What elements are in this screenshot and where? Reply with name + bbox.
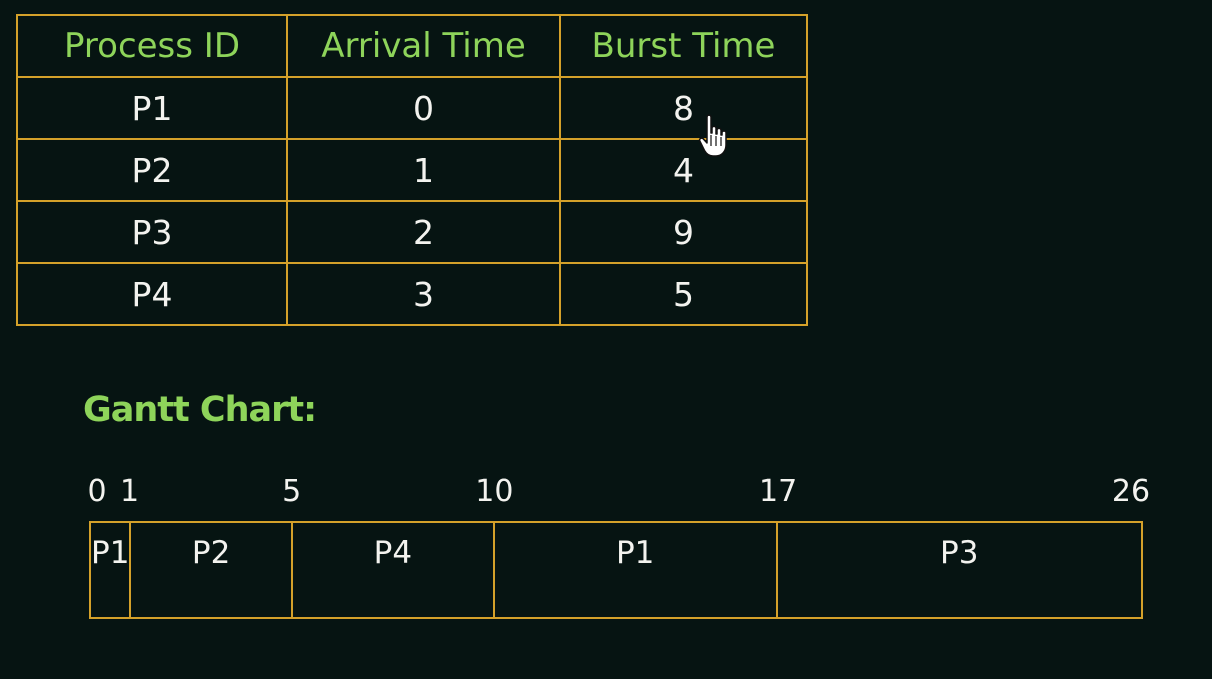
table-row: P4 3 5 [16,262,808,326]
gantt-segment-label: P1 [91,535,130,571]
cell-pid: P3 [16,200,288,264]
cell-burst: 4 [559,138,808,202]
gantt-segment-label: P1 [615,535,655,571]
gantt-segment-label: P2 [191,535,231,571]
cell-burst: 8 [559,76,808,140]
gantt-segment-label: P3 [940,535,979,571]
gantt-segment-label: P4 [373,535,413,571]
cell-arrival: 2 [286,200,561,264]
gantt-tick-label: 10 [475,474,514,509]
cell-burst: 9 [559,200,808,264]
gantt-segment: P1 [91,523,132,617]
gantt-tick-label: 1 [119,474,140,509]
header-process-id: Process ID [16,14,288,78]
gantt-tick-label: 0 [87,474,107,509]
process-table: Process ID Arrival Time Burst Time P1 0 … [16,14,808,326]
gantt-segment: P3 [778,523,1141,617]
header-arrival-time: Arrival Time [286,14,561,78]
gantt-bar: P1 P2 P4 P1 P3 [89,521,1143,619]
table-row: P2 1 4 [16,138,808,202]
gantt-segment: P1 [495,523,778,617]
gantt-segment: P2 [131,523,293,617]
cell-arrival: 1 [286,138,561,202]
gantt-tick-label: 5 [282,474,302,509]
cell-pid: P4 [16,262,288,326]
cell-pid: P1 [16,76,288,140]
table-header-row: Process ID Arrival Time Burst Time [16,14,808,78]
cell-arrival: 3 [286,262,561,326]
cell-arrival: 0 [286,76,561,140]
gantt-segment: P4 [293,523,495,617]
gantt-tick-label: 26 [1111,474,1151,509]
hand-pointer-icon [698,114,727,157]
cell-pid: P2 [16,138,288,202]
gantt-chart-title: Gantt Chart: [83,390,317,430]
table-row: P3 2 9 [16,200,808,264]
table-row: P1 0 8 [16,76,808,140]
gantt-tick-label: 17 [759,474,798,509]
header-burst-time: Burst Time [559,14,808,78]
cell-burst: 5 [559,262,808,326]
